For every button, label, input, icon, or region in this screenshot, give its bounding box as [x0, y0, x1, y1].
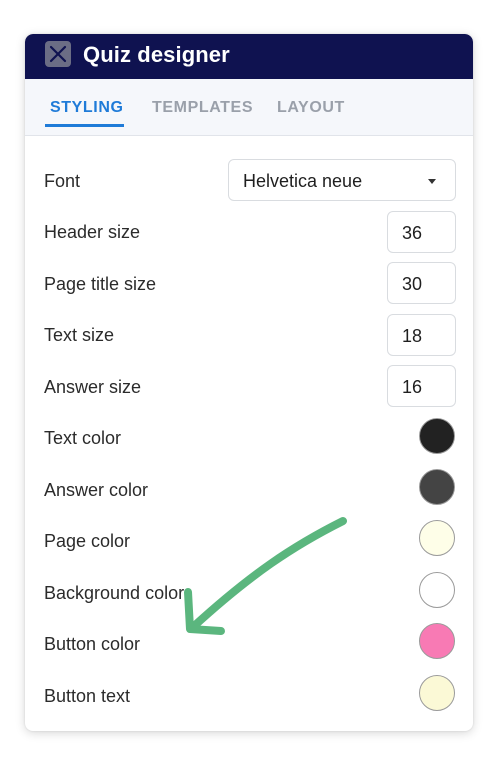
- answer-color-label: Answer color: [44, 480, 149, 500]
- page-color-label: Page color: [44, 531, 131, 551]
- title-bar: Quiz designer: [25, 34, 473, 79]
- close-icon: [49, 45, 67, 63]
- quiz-designer-panel: Quiz designer STYLING TEMPLATES LAYOUT F…: [25, 34, 473, 731]
- tab-layout[interactable]: LAYOUT: [277, 98, 345, 118]
- font-select-value: Helvetica neue: [243, 171, 363, 191]
- answer-size-label: Answer size: [44, 377, 142, 397]
- tab-bar: STYLING TEMPLATES LAYOUT: [25, 79, 473, 136]
- header-size-input[interactable]: 36: [387, 211, 456, 253]
- background-color-label: Background color: [44, 583, 185, 603]
- text-color-swatch[interactable]: [419, 418, 455, 454]
- font-select[interactable]: Helvetica neue: [228, 159, 456, 201]
- button-text-swatch[interactable]: [419, 675, 455, 711]
- header-size-label: Header size: [44, 222, 141, 242]
- font-label: Font: [44, 171, 81, 191]
- close-button[interactable]: [45, 41, 71, 67]
- caret-down-icon: [428, 179, 436, 184]
- active-tab-indicator: [45, 124, 124, 127]
- page-color-swatch[interactable]: [419, 520, 455, 556]
- text-color-label: Text color: [44, 428, 122, 448]
- answer-color-swatch[interactable]: [419, 469, 455, 505]
- button-color-swatch[interactable]: [419, 623, 455, 659]
- text-size-input[interactable]: 18: [387, 314, 456, 356]
- background-color-swatch[interactable]: [419, 572, 455, 608]
- page-title-size-input[interactable]: 30: [387, 262, 456, 304]
- text-size-label: Text size: [44, 325, 115, 345]
- page-title-size-label: Page title size: [44, 274, 157, 294]
- answer-size-input[interactable]: 16: [387, 365, 456, 407]
- tab-styling[interactable]: STYLING: [50, 98, 124, 118]
- tab-templates[interactable]: TEMPLATES: [152, 98, 253, 118]
- button-color-label: Button color: [44, 634, 141, 654]
- window-title: Quiz designer: [83, 42, 230, 67]
- button-text-label: Button text: [44, 686, 131, 706]
